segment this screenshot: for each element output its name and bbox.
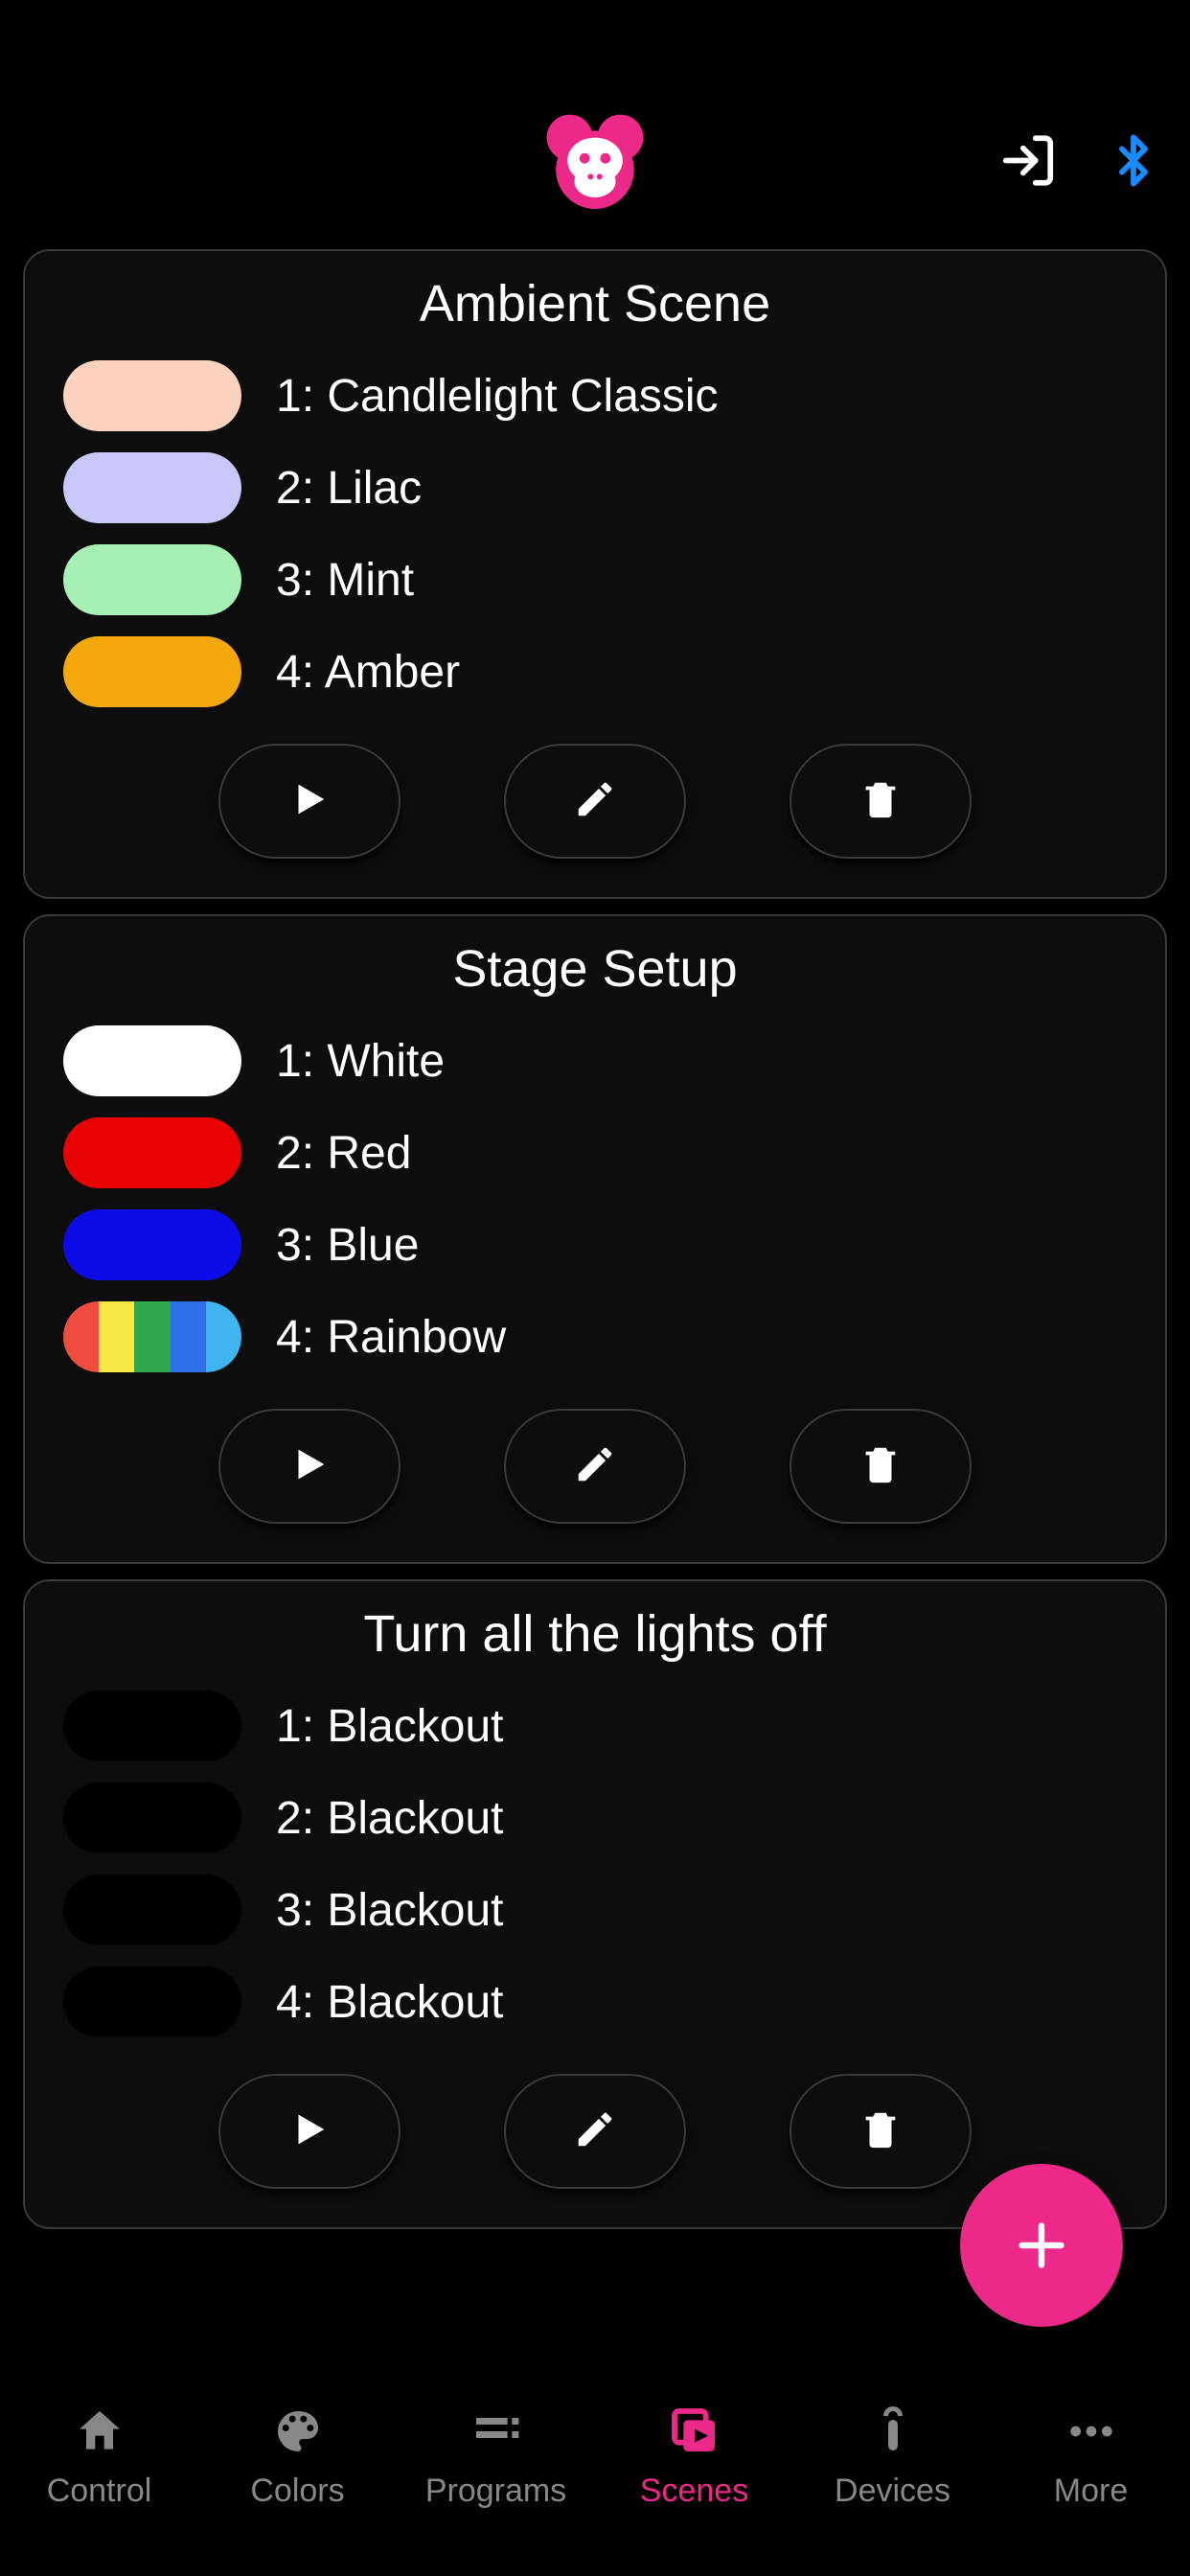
scene-card: Ambient Scene 1: Candlelight Classic 2: Li… [23,249,1167,899]
edit-button[interactable] [504,744,686,859]
add-scene-button[interactable] [960,2164,1123,2327]
scene-row-label: 2: Lilac [276,462,422,515]
app-header [0,77,1190,249]
scene-row[interactable]: 4: Rainbow [63,1301,1127,1372]
nav-label: Scenes [640,2472,748,2510]
color-swatch [63,1025,241,1096]
scenes-list: Ambient Scene 1: Candlelight Classic 2: Li… [0,249,1190,2229]
nav-item-more[interactable]: More [995,2404,1187,2510]
del-icon [858,1442,903,1491]
nav-label: Control [47,2472,152,2510]
color-swatch [63,1874,241,1945]
delete-button[interactable] [790,744,972,859]
nav-label: Programs [425,2472,566,2510]
color-swatch [63,544,241,615]
programs-icon [469,2404,523,2459]
scene-actions [63,2074,1127,2189]
bottom-nav: Control Colors Programs Scenes Devices More [0,2375,1190,2576]
edit-button[interactable] [504,2074,686,2189]
status-bar [0,0,1190,77]
devices-icon [870,2404,916,2459]
scene-row[interactable]: 1: Candlelight Classic [63,360,1127,431]
control-icon [73,2404,126,2459]
app-logo-monkey [533,101,657,225]
scene-row[interactable]: 2: Lilac [63,452,1127,523]
scene-row-label: 1: Candlelight Classic [276,370,719,423]
scene-row-label: 3: Blackout [276,1884,503,1937]
scene-row-label: 4: Amber [276,646,460,699]
scene-title: Stage Setup [63,939,1127,999]
bluetooth-icon[interactable] [1106,133,1161,194]
color-swatch [63,1690,241,1761]
more-icon [1064,2404,1118,2459]
play-icon [287,2107,332,2156]
colors-icon [271,2404,325,2459]
scene-actions [63,744,1127,859]
scene-row[interactable]: 4: Blackout [63,1966,1127,2037]
login-icon[interactable] [998,131,1058,196]
nav-label: Colors [250,2472,344,2510]
color-swatch [63,1209,241,1280]
nav-item-colors[interactable]: Colors [202,2404,394,2510]
nav-item-devices[interactable]: Devices [797,2404,989,2510]
scene-row[interactable]: 4: Amber [63,636,1127,707]
color-swatch [63,452,241,523]
color-swatch [63,1117,241,1188]
nav-item-programs[interactable]: Programs [400,2404,592,2510]
scene-row[interactable]: 1: White [63,1025,1127,1096]
scene-row-label: 4: Rainbow [276,1311,506,1364]
color-swatch [63,1782,241,1853]
del-icon [858,777,903,826]
scene-row[interactable]: 2: Blackout [63,1782,1127,1853]
color-swatch [63,360,241,431]
del-icon [858,2107,903,2156]
nav-label: Devices [835,2472,950,2510]
scene-row[interactable]: 3: Blackout [63,1874,1127,1945]
color-swatch [63,1301,241,1372]
scene-title: Ambient Scene [63,274,1127,334]
scene-row-label: 2: Blackout [276,1792,503,1845]
scene-row-label: 1: White [276,1035,445,1088]
play-button[interactable] [218,2074,400,2189]
scene-card: Turn all the lights off 1: Blackout 2: Bla… [23,1579,1167,2229]
scene-actions [63,1409,1127,1524]
color-swatch [63,1966,241,2037]
scene-row[interactable]: 3: Blue [63,1209,1127,1280]
scene-row-label: 2: Red [276,1127,411,1180]
scene-title: Turn all the lights off [63,1604,1127,1664]
nav-item-scenes[interactable]: Scenes [599,2404,790,2510]
scenes-icon [668,2404,721,2459]
play-button[interactable] [218,1409,400,1524]
edit-icon [573,1442,617,1491]
edit-icon [573,777,617,826]
delete-button[interactable] [790,2074,972,2189]
scene-row-label: 1: Blackout [276,1700,503,1753]
play-icon [287,777,332,826]
play-button[interactable] [218,744,400,859]
nav-label: More [1054,2472,1128,2510]
color-swatch [63,636,241,707]
nav-item-control[interactable]: Control [4,2404,195,2510]
scene-row[interactable]: 2: Red [63,1117,1127,1188]
scene-row-label: 3: Blue [276,1219,419,1272]
scene-row[interactable]: 3: Mint [63,544,1127,615]
scene-row[interactable]: 1: Blackout [63,1690,1127,1761]
edit-button[interactable] [504,1409,686,1524]
scene-card: Stage Setup 1: White 2: Red 3: Blue 4: Rainb… [23,914,1167,1564]
delete-button[interactable] [790,1409,972,1524]
scene-row-label: 3: Mint [276,554,414,607]
play-icon [287,1442,332,1491]
scene-row-label: 4: Blackout [276,1976,503,2029]
edit-icon [573,2107,617,2156]
